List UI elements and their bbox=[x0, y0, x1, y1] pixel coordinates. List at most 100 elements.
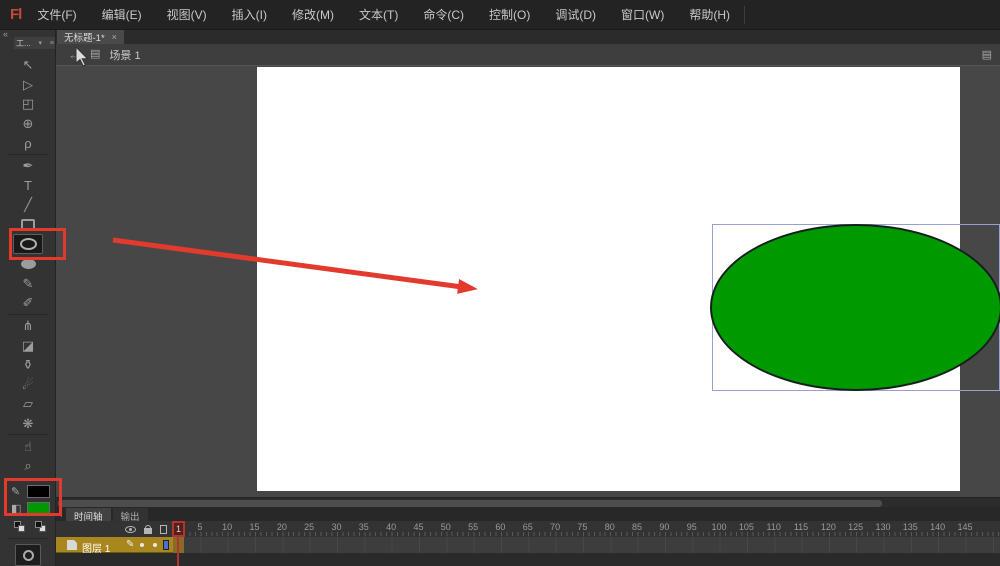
menu-item-6[interactable]: 命令(C) bbox=[423, 6, 464, 23]
panel-menu-icon[interactable]: ≡ bbox=[50, 40, 54, 47]
chevron-down-icon: ▾ bbox=[38, 40, 43, 47]
oval-primitive-tool-icon bbox=[20, 258, 36, 269]
deco-tool[interactable]: ❋ bbox=[0, 414, 55, 434]
menu-item-8[interactable]: 调试(D) bbox=[555, 6, 596, 23]
frame-label-25: 25 bbox=[304, 522, 315, 532]
frame-label-10: 10 bbox=[222, 522, 233, 532]
menu-bar: Fl 文件(F) 编辑(E) 视图(V) 插入(I) 修改(M) 文本(T) 命令(C) 控制… bbox=[0, 0, 1000, 30]
free-transform-tool[interactable]: ◰ bbox=[0, 94, 55, 114]
frame-label-125: 125 bbox=[848, 522, 864, 532]
document-tab-bar: 无标题-1* × bbox=[56, 30, 1000, 44]
menu-separator bbox=[744, 5, 745, 24]
green-ellipse-shape[interactable] bbox=[710, 224, 1000, 391]
frame-label-110: 110 bbox=[766, 522, 781, 532]
frame-label-70: 70 bbox=[550, 522, 561, 532]
oval-tool-icon bbox=[19, 238, 37, 251]
eraser-tool[interactable]: ▱ bbox=[0, 394, 55, 414]
frame-label-80: 80 bbox=[604, 522, 615, 532]
lasso-tool[interactable]: ρ bbox=[0, 133, 55, 153]
menu-item-2[interactable]: 视图(V) bbox=[167, 6, 207, 23]
stroke-color-row: ✎ bbox=[0, 483, 55, 500]
frame-label-130: 130 bbox=[875, 522, 891, 532]
frame-label-15: 15 bbox=[249, 522, 260, 532]
bone-tool[interactable]: ⋔ bbox=[0, 316, 55, 336]
oval-tool[interactable] bbox=[13, 234, 43, 254]
scene-label: 场景 1 bbox=[109, 49, 141, 62]
layer-frames-track[interactable] bbox=[173, 537, 1000, 553]
show-hide-icon[interactable] bbox=[125, 525, 136, 533]
free-transform-tool-icon: ◰ bbox=[21, 96, 35, 112]
tab-timeline[interactable]: 时间轴 bbox=[66, 508, 111, 523]
back-arrow-icon[interactable]: ← bbox=[68, 48, 81, 61]
text-tool-icon: T bbox=[24, 177, 32, 193]
layer-outline-color-swatch[interactable] bbox=[163, 540, 169, 550]
stroke-color-swatch[interactable] bbox=[27, 485, 50, 498]
tools-list: ↖ ▷ ◰ ⊕ ρ ✒ T ╱ ✎ ✐ ⋔ ◪ ⚱ ☄ ▱ ❋ ☝ ⌕ bbox=[0, 55, 55, 476]
tab-close-icon[interactable]: × bbox=[112, 32, 117, 42]
layer-lock-dot[interactable] bbox=[153, 543, 157, 547]
edit-scene-button[interactable]: ▤ bbox=[982, 48, 992, 61]
horizontal-scrollbar-thumb[interactable] bbox=[58, 499, 882, 507]
rectangle-tool[interactable] bbox=[0, 215, 55, 235]
brush-tool[interactable]: ✐ bbox=[0, 293, 55, 313]
frame-label-40: 40 bbox=[386, 522, 397, 532]
timeline-tab-bar: ◂ 时间轴 输出 bbox=[56, 507, 1000, 523]
frame-label-140: 140 bbox=[930, 522, 946, 532]
playhead-line[interactable] bbox=[177, 537, 179, 566]
text-tool[interactable]: T bbox=[0, 176, 55, 196]
paint-bucket-tool[interactable]: ◪ bbox=[0, 335, 55, 355]
menu-item-7[interactable]: 控制(O) bbox=[489, 6, 530, 23]
subselection-tool[interactable]: ▷ bbox=[0, 75, 55, 95]
menu-item-5[interactable]: 文本(T) bbox=[359, 6, 398, 23]
rotation-3d-tool[interactable]: ⊕ bbox=[0, 114, 55, 134]
fill-color-row: ◧ bbox=[0, 500, 55, 517]
frame-label-85: 85 bbox=[632, 522, 643, 532]
frame-label-35: 35 bbox=[358, 522, 369, 532]
tools-divider bbox=[8, 153, 48, 155]
line-tool-icon: ╱ bbox=[24, 197, 32, 213]
menu-item-9[interactable]: 窗口(W) bbox=[621, 6, 664, 23]
frame-label-45: 45 bbox=[413, 522, 424, 532]
tools-divider bbox=[8, 434, 48, 436]
subselection-tool-icon: ▷ bbox=[23, 76, 33, 92]
frame-label-60: 60 bbox=[495, 522, 506, 532]
menu-item-10[interactable]: 帮助(H) bbox=[689, 6, 730, 23]
fill-color-swatch[interactable] bbox=[27, 502, 50, 515]
timeline-collapse-icon[interactable]: ◂ bbox=[58, 510, 62, 519]
frame-ruler[interactable]: 5 10 15 20 25 30 35 40 45 50 55 60 65 70 75 80 85 90 95 100… bbox=[173, 521, 1000, 537]
playhead-frame-marker[interactable]: 1 bbox=[172, 521, 185, 537]
frame-label-145: 145 bbox=[957, 522, 973, 532]
layer-visibility-dot[interactable] bbox=[140, 543, 144, 547]
swap-colors-button[interactable] bbox=[35, 521, 46, 532]
menu-item-3[interactable]: 插入(I) bbox=[232, 6, 267, 23]
selection-tool-icon: ↖ bbox=[22, 57, 34, 73]
oval-primitive-tool[interactable] bbox=[0, 254, 55, 274]
zoom-tool-icon: ⌕ bbox=[24, 458, 32, 474]
menu-item-1[interactable]: 编辑(E) bbox=[102, 6, 142, 23]
frame-label-5: 5 bbox=[197, 522, 203, 532]
document-tab[interactable]: 无标题-1* × bbox=[57, 30, 124, 44]
menu-item-4[interactable]: 修改(M) bbox=[292, 6, 334, 23]
lock-icon[interactable] bbox=[144, 524, 152, 534]
menu-items: 文件(F) 编辑(E) 视图(V) 插入(I) 修改(M) 文本(T) 命令(C) 控制(O)… bbox=[37, 6, 730, 23]
pencil-tool[interactable]: ✎ bbox=[0, 274, 55, 294]
line-tool[interactable]: ╱ bbox=[0, 195, 55, 215]
stage[interactable] bbox=[257, 67, 1000, 491]
selection-bounding-box bbox=[710, 224, 1000, 391]
layer-row[interactable]: 图层 1 ✎ bbox=[56, 537, 173, 555]
collapse-panels-icon[interactable]: « bbox=[3, 30, 8, 39]
zoom-tool[interactable]: ⌕ bbox=[0, 456, 55, 476]
tools-panel-tab[interactable]: 工... ▾ ≡ bbox=[14, 37, 55, 49]
outline-icon[interactable] bbox=[160, 524, 167, 534]
deco-tool-icon: ❋ bbox=[22, 415, 34, 431]
default-colors-button[interactable] bbox=[14, 521, 25, 532]
ink-bottle-tool[interactable]: ⚱ bbox=[0, 355, 55, 375]
eyedropper-tool[interactable]: ☄ bbox=[0, 375, 55, 395]
selection-tool[interactable]: ↖ bbox=[0, 55, 55, 75]
object-drawing-toggle[interactable] bbox=[15, 544, 41, 566]
pen-tool[interactable]: ✒ bbox=[0, 156, 55, 176]
hand-tool[interactable]: ☝ bbox=[0, 436, 55, 456]
tab-output[interactable]: 输出 bbox=[112, 508, 148, 523]
horizontal-scrollbar bbox=[56, 497, 1000, 507]
menu-item-0[interactable]: 文件(F) bbox=[37, 6, 76, 23]
